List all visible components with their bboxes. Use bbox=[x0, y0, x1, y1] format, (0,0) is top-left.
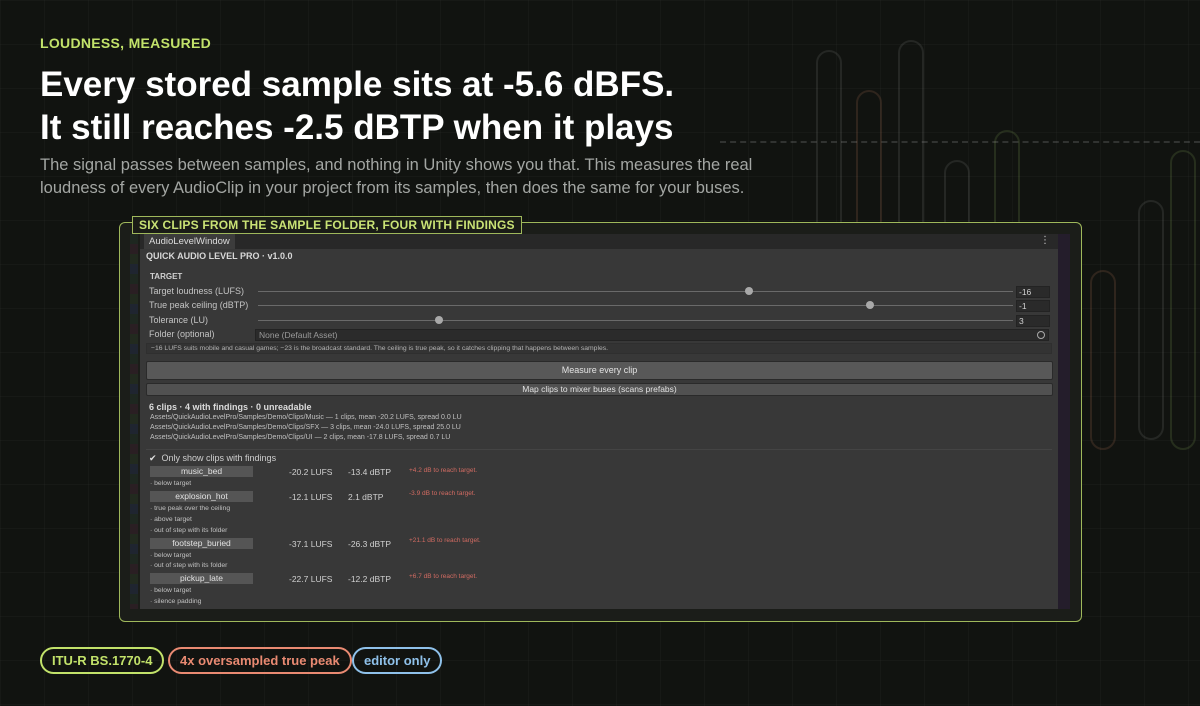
clip-lufs: -22.7 LUFS bbox=[289, 574, 333, 584]
left-color-strip bbox=[130, 234, 138, 609]
badge-true-peak: 4x oversampled true peak bbox=[168, 647, 352, 674]
clip-finding: · above target bbox=[150, 516, 192, 523]
tab-audio-level-window[interactable]: AudioLevelWindow bbox=[144, 234, 235, 249]
clip-finding: · true peak over the ceiling bbox=[150, 505, 231, 512]
clip-lufs: -12.1 LUFS bbox=[289, 492, 333, 502]
folder-label: Folder (optional) bbox=[149, 329, 215, 339]
folder-object-field[interactable]: None (Default Asset) bbox=[255, 329, 1049, 341]
kebab-menu-icon[interactable]: ⋮ bbox=[1040, 235, 1050, 246]
results-summary: 6 clips · 4 with findings · 0 unreadable bbox=[149, 402, 312, 412]
true-peak-label: True peak ceiling (dBTP) bbox=[149, 300, 249, 310]
clip-finding: · out of step with its folder bbox=[150, 527, 228, 534]
clip-ping-button[interactable]: music_bed bbox=[150, 466, 253, 477]
clip-lufs: -37.1 LUFS bbox=[289, 539, 333, 549]
clip-lufs: -20.2 LUFS bbox=[289, 467, 333, 477]
meter-bar bbox=[1090, 270, 1116, 450]
measure-every-clip-button[interactable]: Measure every clip bbox=[146, 361, 1053, 380]
clip-advice: +6.7 dB to reach target. bbox=[409, 573, 478, 580]
clip-true-peak: -26.3 dBTP bbox=[348, 539, 391, 549]
tolerance-field[interactable]: 3 bbox=[1016, 315, 1050, 327]
tolerance-label: Tolerance (LU) bbox=[149, 315, 209, 325]
clip-true-peak: 2.1 dBTP bbox=[348, 492, 384, 502]
badge-editor-only: editor only bbox=[352, 647, 443, 674]
frame-label: SIX CLIPS FROM THE SAMPLE FOLDER, FOUR W… bbox=[132, 216, 522, 234]
target-loudness-slider[interactable] bbox=[258, 287, 1013, 295]
only-show-findings-toggle[interactable]: ✔ Only show clips with findings bbox=[149, 453, 276, 464]
target-loudness-field[interactable]: -16 bbox=[1016, 286, 1050, 298]
clip-ping-button[interactable]: pickup_late bbox=[150, 573, 253, 584]
tab-bar: AudioLevelWindow ⋮ bbox=[140, 234, 1058, 249]
true-peak-field[interactable]: -1 bbox=[1016, 300, 1050, 312]
audio-level-window: AudioLevelWindow ⋮ QUICK AUDIO LEVEL PRO… bbox=[140, 234, 1058, 609]
clip-ping-button[interactable]: footstep_buried bbox=[150, 538, 253, 549]
clip-finding: · below target bbox=[150, 587, 192, 594]
clip-true-peak: -12.2 dBTP bbox=[348, 574, 391, 584]
target-loudness-label: Target loudness (LUFS) bbox=[149, 286, 245, 296]
divider bbox=[146, 449, 1052, 450]
clip-advice: -3.9 dB to reach target. bbox=[409, 490, 476, 497]
badge-itu-standard: ITU-R BS.1770-4 bbox=[40, 647, 165, 674]
checkmark-icon[interactable]: ✔ bbox=[149, 453, 159, 464]
eyebrow: LOUDNESS, MEASURED bbox=[40, 35, 212, 51]
meter-bar bbox=[1138, 200, 1164, 440]
clip-finding: · silence padding bbox=[150, 598, 202, 605]
folder-stat-line: Assets/QuickAudioLevelPro/Samples/Demo/C… bbox=[150, 434, 451, 441]
clip-finding: · out of step with its folder bbox=[150, 562, 228, 569]
meter-bar bbox=[1170, 150, 1196, 450]
map-clips-button[interactable]: Map clips to mixer buses (scans prefabs) bbox=[146, 383, 1053, 396]
folder-stat-line: Assets/QuickAudioLevelPro/Samples/Demo/C… bbox=[150, 414, 462, 421]
slider-knob[interactable] bbox=[435, 316, 444, 324]
slider-knob[interactable] bbox=[865, 301, 874, 309]
only-show-findings-label: Only show clips with findings bbox=[161, 453, 277, 463]
clip-finding: · below target bbox=[150, 480, 192, 487]
app-title: QUICK AUDIO LEVEL PRO · v1.0.0 bbox=[146, 251, 293, 261]
section-target-heading: TARGET bbox=[150, 272, 183, 281]
true-peak-slider[interactable] bbox=[258, 301, 1013, 309]
clip-advice: +21.1 dB to reach target. bbox=[409, 537, 481, 544]
slider-knob[interactable] bbox=[744, 287, 753, 295]
ceiling-dashed-line bbox=[720, 141, 1200, 143]
tolerance-slider[interactable] bbox=[258, 316, 1013, 324]
clip-true-peak: -13.4 dBTP bbox=[348, 467, 391, 477]
clip-advice: +4.2 dB to reach target. bbox=[409, 467, 478, 474]
headline-line-1: Every stored sample sits at -5.6 dBFS. bbox=[40, 65, 675, 104]
subhead: The signal passes between samples, and n… bbox=[40, 156, 753, 197]
headline-line-2: It still reaches -2.5 dBTP when it plays bbox=[40, 108, 674, 147]
folder-stat-line: Assets/QuickAudioLevelPro/Samples/Demo/C… bbox=[150, 424, 461, 431]
help-hint: −16 LUFS suits mobile and casual games; … bbox=[146, 343, 1052, 354]
right-color-strip bbox=[1058, 234, 1070, 609]
object-picker-icon[interactable] bbox=[1037, 331, 1045, 339]
clip-finding: · below target bbox=[150, 552, 192, 559]
headline: Every stored sample sits at -5.6 dBFS. I… bbox=[40, 63, 674, 149]
clip-ping-button[interactable]: explosion_hot bbox=[150, 491, 253, 502]
